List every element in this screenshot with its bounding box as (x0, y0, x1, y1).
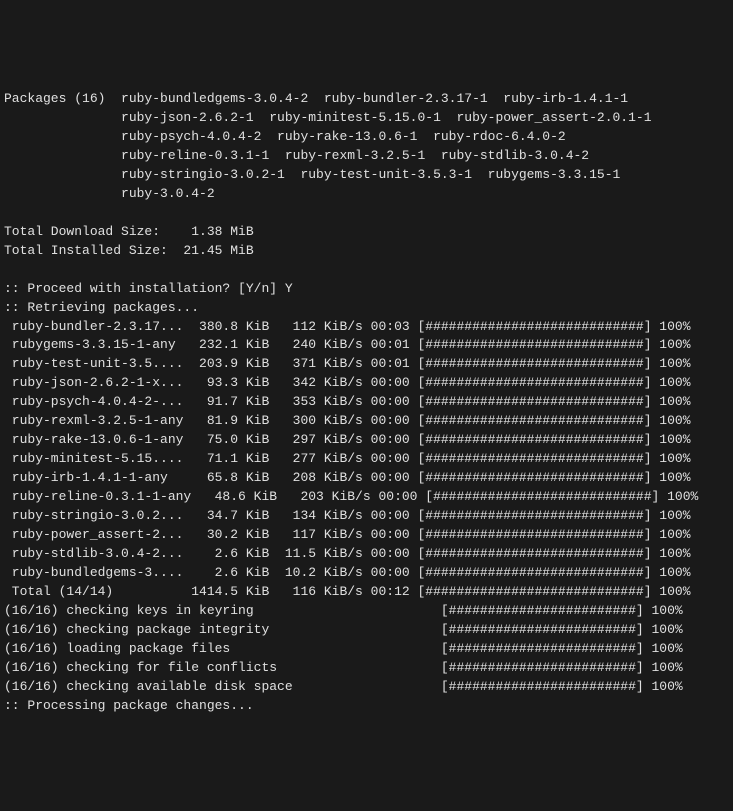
terminal-output: Packages (16) ruby-bundledgems-3.0.4-2 r… (4, 90, 729, 716)
